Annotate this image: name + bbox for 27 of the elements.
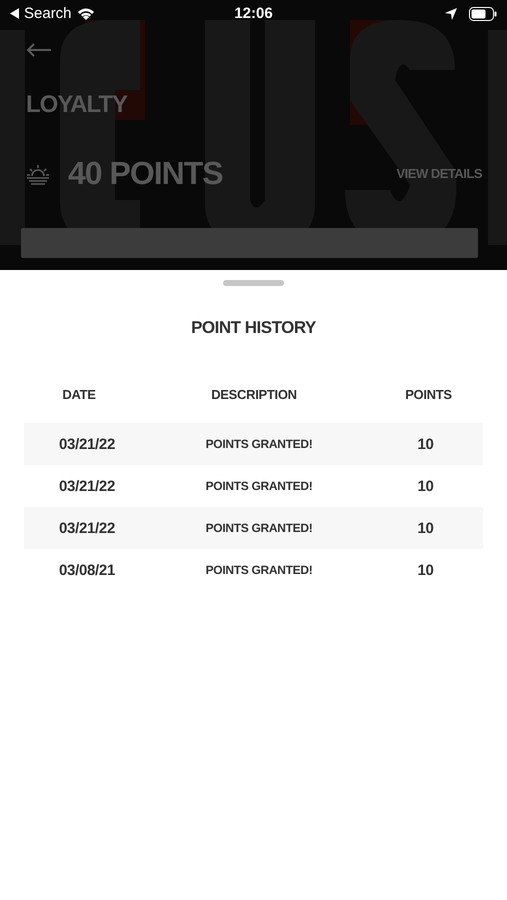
table-cell-text: POINTS GRANTED! <box>204 563 314 577</box>
table-cell-text: 10 <box>416 436 435 452</box>
table-cell-text: POINTS GRANTED! <box>204 437 314 451</box>
column-header: DESCRIPTION <box>210 386 298 402</box>
table-cell-text: POINTS GRANTED! <box>204 521 314 535</box>
table-cell-text: 03/21/22 <box>58 436 116 452</box>
table-cell-text: 10 <box>416 478 435 494</box>
location-arrow-icon <box>445 8 457 20</box>
wifi-icon <box>76 7 95 20</box>
table-cell-text: 03/08/21 <box>58 562 116 578</box>
column-header: POINTS <box>404 386 453 402</box>
table-cell-text: 10 <box>416 520 435 536</box>
back-link[interactable]: Search <box>24 5 72 22</box>
back-triangle-icon[interactable] <box>10 8 19 19</box>
back-arrow-icon[interactable] <box>26 43 52 57</box>
table-cell-text: 10 <box>416 562 435 578</box>
column-header: DATE <box>61 386 97 402</box>
points-total: 40 POINTS <box>68 155 224 192</box>
sunrise-icon <box>26 162 50 184</box>
drag-handle[interactable] <box>223 280 284 286</box>
battery-icon <box>469 6 497 20</box>
clock-time: 12:06 <box>234 5 273 22</box>
table-cell-text: POINTS GRANTED! <box>204 479 314 493</box>
table-cell-text: 03/21/22 <box>58 520 116 536</box>
table-cell-text: 03/21/22 <box>58 478 116 494</box>
page-title: LOYALTY <box>26 91 128 119</box>
sheet-title: POINT HISTORY <box>191 318 316 338</box>
